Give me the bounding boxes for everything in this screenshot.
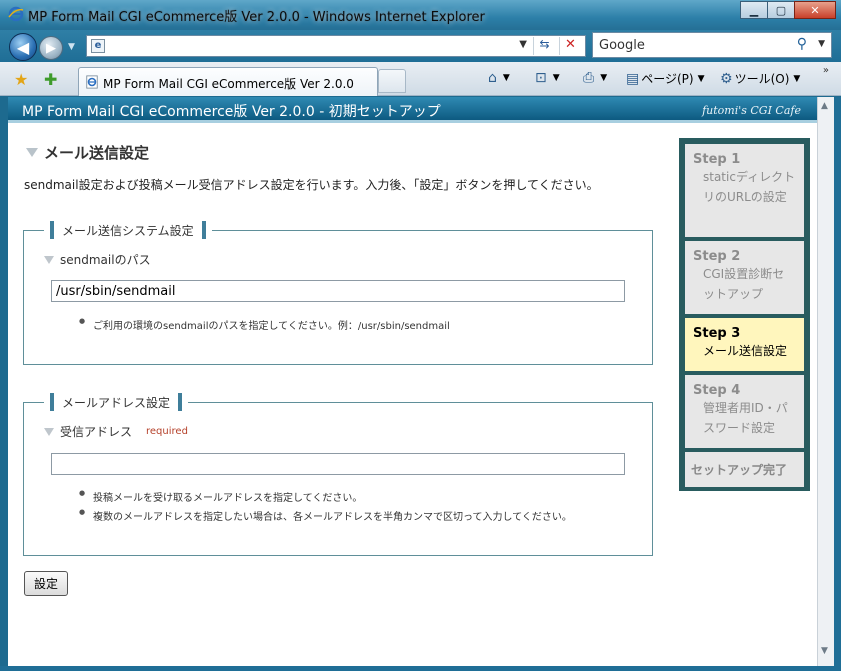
note-item: 複数のメールアドレスを指定したい場合は、各メールアドレスを半角カンマで区切って入…: [79, 508, 572, 523]
address-dropdown-icon[interactable]: ▼: [519, 39, 527, 50]
stop-icon[interactable]: ✕: [559, 37, 581, 55]
brand-logo-text[interactable]: futomi's CGI Cafe: [702, 104, 801, 117]
legend-bar-left: [50, 221, 54, 239]
fieldset-legend: メール送信システム設定: [44, 221, 212, 239]
field-label-recipient: 受信アドレス required: [44, 423, 188, 440]
field-label-text: sendmailのパス: [60, 253, 151, 267]
step-description: CGI設置診断セットアップ: [703, 267, 785, 301]
address-bar[interactable]: e ▼ ⇆ ✕: [86, 35, 586, 57]
home-dropdown-icon: ▼: [502, 73, 510, 83]
page-icon: ▤: [626, 70, 640, 87]
label-triangle-icon: [44, 427, 54, 436]
page-menu-dropdown-icon: ▼: [697, 73, 705, 84]
recent-pages-dropdown[interactable]: ▼: [68, 42, 75, 52]
step-number: Step 4: [693, 383, 741, 398]
step-number: Step 3: [693, 326, 741, 341]
step-number: Step 2: [693, 249, 741, 264]
page-viewport: MP Form Mail CGI eCommerce版 Ver 2.0.0 - …: [8, 97, 817, 666]
scroll-down-arrow-icon[interactable]: ▼: [821, 646, 828, 656]
app-header: MP Form Mail CGI eCommerce版 Ver 2.0.0 - …: [8, 97, 817, 123]
setup-steps-sidebar: Step 1 staticディレクトリのURLの設定 Step 2 CGI設置診…: [679, 138, 810, 491]
legend-bar-right: [178, 393, 183, 411]
search-box[interactable]: Google ⚲ ▼: [592, 32, 832, 58]
back-arrow-icon: ◀: [16, 37, 30, 57]
favorites-star-icon[interactable]: ★: [14, 70, 28, 89]
window-frame-bottom: [0, 666, 841, 671]
feeds-button[interactable]: ⊡ ▼: [535, 70, 560, 86]
note-item: ご利用の環境のsendmailのパスを指定してください。例：/usr/sbin/…: [79, 317, 450, 332]
ie-page-icon: [86, 75, 98, 89]
back-button[interactable]: ◀: [9, 33, 37, 61]
fieldset-legend: メールアドレス設定: [44, 393, 189, 411]
rss-icon: ⊡: [535, 70, 547, 86]
recipient-address-input[interactable]: [51, 453, 625, 475]
close-button[interactable]: ✕: [794, 1, 836, 19]
step-4: Step 4 管理者用ID・パスワード設定: [685, 375, 804, 448]
page-icon: e: [91, 39, 105, 53]
print-dropdown-icon: ▼: [600, 73, 608, 83]
legend-text: メール送信システム設定: [62, 223, 194, 238]
note-item: 投稿メールを受け取るメールアドレスを指定してください。: [79, 489, 572, 504]
forward-arrow-icon: ▶: [46, 40, 56, 56]
tools-menu-button[interactable]: ⚙ ツール(O) ▼: [720, 70, 800, 87]
search-options-dropdown-icon[interactable]: ▼: [818, 39, 825, 49]
step-description: staticディレクトリのURLの設定: [703, 170, 796, 204]
new-tab-button[interactable]: [378, 69, 406, 93]
page-menu-button[interactable]: ▤ ページ(P) ▼: [626, 70, 705, 87]
mail-address-fieldset: メールアドレス設定 受信アドレス required 投稿メールを受け取るメールア…: [23, 393, 653, 556]
minimize-button[interactable]: ▁: [740, 1, 768, 19]
step-description: メール送信設定: [703, 344, 788, 358]
step-2: Step 2 CGI設置診断セットアップ: [685, 241, 804, 314]
vertical-scrollbar[interactable]: ▲ ▼: [817, 97, 834, 666]
tab-mp-form-mail[interactable]: MP Form Mail CGI eCommerce版 Ver 2.0.0: [78, 67, 378, 96]
step-1: Step 1 staticディレクトリのURLの設定: [685, 144, 804, 237]
maximize-button[interactable]: ▢: [767, 1, 795, 19]
label-triangle-icon: [44, 255, 54, 264]
window-title: MP Form Mail CGI eCommerce版 Ver 2.0.0 - …: [28, 10, 485, 25]
submit-settings-button[interactable]: 設定: [24, 571, 68, 596]
refresh-icon[interactable]: ⇆: [533, 37, 555, 55]
search-icon[interactable]: ⚲: [797, 36, 807, 52]
scroll-up-arrow-icon[interactable]: ▲: [821, 101, 828, 111]
step-number: Step 1: [693, 152, 741, 167]
page-title: メール送信設定: [44, 144, 150, 162]
forward-button[interactable]: ▶: [39, 36, 63, 60]
page-menu-label: ページ(P): [641, 72, 694, 86]
add-favorites-icon[interactable]: ✚: [44, 70, 57, 89]
legend-bar-right: [201, 221, 206, 239]
intro-text: sendmail設定および投稿メール受信アドレス設定を行います。入力後、「設定」…: [24, 178, 599, 192]
step-complete: セットアップ完了: [685, 452, 804, 487]
feeds-dropdown-icon: ▼: [552, 73, 560, 83]
field-label-sendmail: sendmailのパス: [44, 251, 151, 268]
window-titlebar: MP Form Mail CGI eCommerce版 Ver 2.0.0 - …: [0, 0, 841, 30]
step-3-current: Step 3 メール送信設定: [685, 318, 804, 371]
gear-icon: ⚙: [720, 70, 733, 87]
notes-list: 投稿メールを受け取るメールアドレスを指定してください。 複数のメールアドレスを指…: [79, 489, 572, 527]
printer-icon: ⎙: [583, 70, 595, 86]
section-heading: メール送信設定: [26, 142, 149, 163]
tab-label: MP Form Mail CGI eCommerce版 Ver 2.0.0: [103, 77, 354, 91]
print-button[interactable]: ⎙ ▼: [583, 70, 607, 86]
required-badge: required: [146, 426, 188, 437]
window-frame-right: [834, 97, 841, 671]
ie-icon: [8, 6, 24, 22]
toolbar-overflow-chevron-icon[interactable]: »: [823, 65, 829, 76]
app-header-title: MP Form Mail CGI eCommerce版 Ver 2.0.0 - …: [22, 104, 441, 120]
tab-bar: ★ ✚ MP Form Mail CGI eCommerce版 Ver 2.0.…: [0, 62, 841, 96]
legend-text: メールアドレス設定: [62, 395, 171, 410]
notes-list: ご利用の環境のsendmailのパスを指定してください。例：/usr/sbin/…: [79, 317, 450, 336]
tools-menu-label: ツール(O): [734, 72, 790, 86]
home-button[interactable]: ⌂ ▼: [488, 70, 510, 86]
legend-bar-left: [50, 393, 54, 411]
search-placeholder: Google: [599, 38, 645, 53]
field-label-text: 受信アドレス: [60, 425, 133, 439]
step-description: 管理者用ID・パスワード設定: [703, 401, 788, 435]
mail-system-fieldset: メール送信システム設定 sendmailのパス ご利用の環境のsendmailの…: [23, 221, 653, 365]
home-icon: ⌂: [488, 70, 497, 86]
heading-triangle-icon: [26, 148, 38, 157]
tools-menu-dropdown-icon: ▼: [793, 73, 801, 84]
sendmail-path-input[interactable]: [51, 280, 625, 302]
